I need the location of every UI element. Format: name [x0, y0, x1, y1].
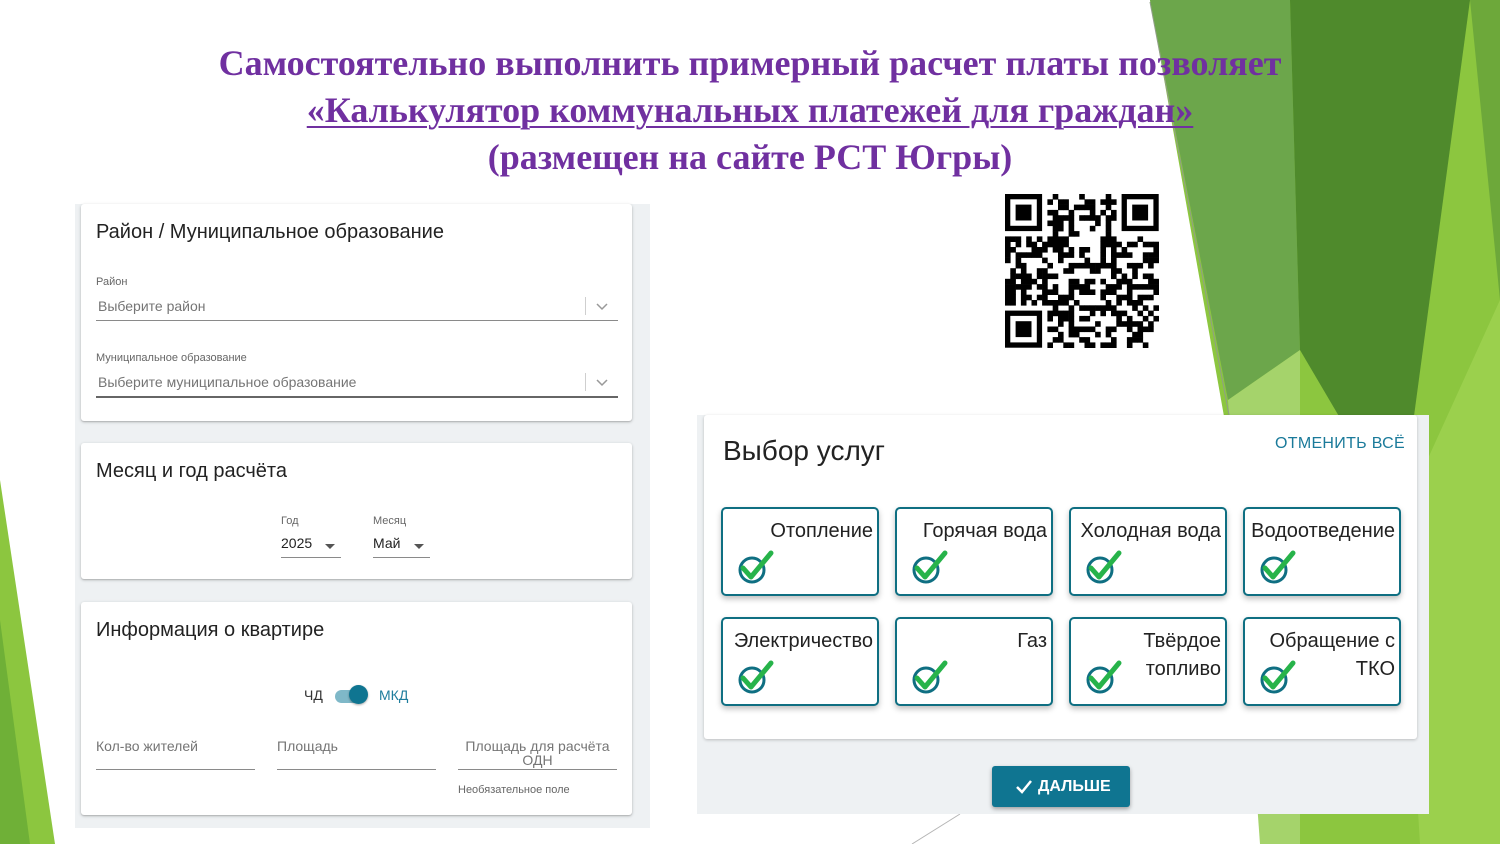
district-placeholder: Выберите район	[98, 298, 206, 314]
area-field[interactable]: Площадь	[277, 739, 436, 770]
check-circle-icon	[738, 550, 774, 584]
area-label: Площадь	[277, 738, 338, 754]
year-select[interactable]: 2025	[281, 533, 341, 558]
period-section-title: Месяц и год расчёта	[96, 460, 287, 482]
toggle-label-mkd[interactable]: МКД	[379, 687, 408, 703]
caret-down-icon	[414, 544, 424, 549]
service-label: Газ	[1017, 630, 1047, 652]
qr-code-icon	[1005, 194, 1160, 348]
apartment-section-title: Информация о квартире	[96, 619, 325, 641]
title-line-1: Самостоятельно выполнить примерный расче…	[218, 43, 1282, 83]
services-card: Выбор услуг ОТМЕНИТЬ ВСЁ Отопление Горяча…	[704, 415, 1417, 739]
municipality-select[interactable]: Выберите муниципальное образование	[96, 370, 618, 398]
service-tile[interactable]: Водоотведение	[1243, 507, 1401, 596]
check-circle-icon	[912, 550, 948, 584]
municipality-placeholder: Выберите муниципальное образование	[98, 374, 357, 390]
check-circle-icon	[1086, 550, 1122, 584]
odn-area-field[interactable]: Площадь для расчёта ОДН	[458, 739, 617, 770]
month-select[interactable]: Май	[373, 533, 430, 558]
optional-field-hint: Необязательное поле	[458, 784, 570, 796]
chevron-down-icon[interactable]	[594, 298, 610, 314]
period-card: Месяц и год расчёта Год 2025 Месяц Май	[81, 443, 632, 579]
service-tile[interactable]: Отопление	[721, 507, 879, 596]
slide-title: Самостоятельно выполнить примерный расче…	[0, 40, 1500, 181]
check-circle-icon	[1260, 660, 1296, 694]
select-separator	[585, 297, 586, 315]
apartment-card: Информация о квартире ЧД МКД Кол-во жите…	[81, 602, 632, 815]
next-button-label: ДАЛЬШЕ	[1038, 778, 1111, 795]
check-circle-icon	[1086, 660, 1122, 694]
check-circle-icon	[1260, 550, 1296, 584]
service-tile[interactable]: Горячая вода	[895, 507, 1053, 596]
calculator-form-screenshot: Район / Муниципальное образование Район …	[75, 204, 650, 828]
services-screenshot: Выбор услуг ОТМЕНИТЬ ВСЁ Отопление Горяча…	[697, 415, 1429, 814]
check-circle-icon	[912, 660, 948, 694]
toggle-label-chd[interactable]: ЧД	[304, 687, 323, 703]
residents-label: Кол-во жителей	[96, 738, 198, 754]
services-title: Выбор услуг	[723, 435, 885, 466]
service-tile[interactable]: Газ	[895, 617, 1053, 706]
service-label: Холодная вода	[1080, 520, 1221, 542]
service-tile[interactable]: Электричество	[721, 617, 879, 706]
check-circle-icon	[738, 660, 774, 694]
district-card: Район / Муниципальное образование Район …	[81, 204, 632, 421]
service-label: Водоотведение	[1251, 520, 1395, 542]
service-tile[interactable]: Обращение с ТКО	[1243, 617, 1401, 706]
residents-field[interactable]: Кол-во жителей	[96, 739, 255, 770]
municipality-label: Муниципальное образование	[96, 352, 247, 364]
year-label: Год	[281, 515, 299, 527]
title-line-3: (размещен на сайте РСТ Югры)	[487, 137, 1013, 177]
check-icon	[1016, 780, 1032, 794]
service-label: Отопление	[770, 520, 873, 542]
service-tile[interactable]: Холодная вода	[1069, 507, 1227, 596]
service-label: Горячая вода	[922, 520, 1047, 542]
odn-area-label: Площадь для расчёта ОДН	[465, 738, 610, 768]
toggle-knob[interactable]	[349, 685, 368, 704]
district-label: Район	[96, 276, 128, 288]
month-value: Май	[373, 535, 401, 551]
service-tile[interactable]: Твёрдое топливо	[1069, 617, 1227, 706]
cancel-all-button[interactable]: ОТМЕНИТЬ ВСЁ	[1275, 435, 1405, 453]
calculator-link[interactable]: «Калькулятор коммунальных платежей для г…	[307, 90, 1194, 130]
select-separator	[585, 373, 586, 391]
chevron-down-icon[interactable]	[594, 374, 610, 390]
month-label: Месяц	[373, 515, 407, 527]
district-select[interactable]: Выберите район	[96, 294, 618, 321]
next-button[interactable]: ДАЛЬШЕ	[992, 766, 1130, 807]
year-value: 2025	[281, 535, 313, 551]
district-section-title: Район / Муниципальное образование	[96, 221, 444, 243]
caret-down-icon	[325, 544, 335, 549]
service-label: Электричество	[733, 630, 873, 652]
